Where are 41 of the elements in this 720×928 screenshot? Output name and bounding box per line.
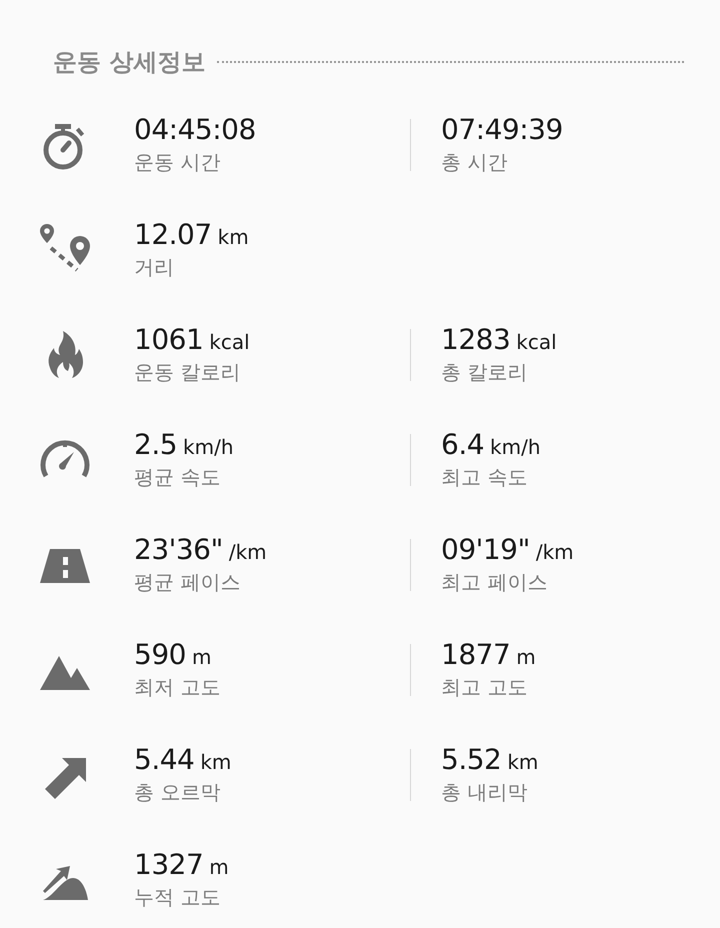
stat-value: 1283 (441, 322, 510, 356)
stat-label: 총 칼로리 (441, 358, 528, 386)
stat-label: 누적 고도 (134, 884, 222, 910)
stat-label: 총 내리막 (441, 778, 528, 806)
stat-label: 최고 고도 (441, 674, 528, 700)
stat-value: 07:49:39 (441, 112, 563, 146)
stat-unit: km (200, 748, 232, 776)
stat-label: 최저 고도 (134, 674, 222, 700)
stat-value: 12.07 (134, 218, 212, 252)
stat-value: 1061 (134, 322, 204, 356)
stat-value: 5.44 (134, 742, 194, 776)
stat-unit: km (507, 748, 538, 776)
stat-unit: /km (228, 538, 267, 566)
stat-label: 운동 시간 (134, 148, 222, 176)
stat-unit: kcal (209, 328, 250, 356)
stat-value: 1327 (134, 848, 204, 882)
stat-label: 운동 칼로리 (134, 358, 242, 386)
stat-unit: /km (536, 538, 574, 566)
stat-label: 거리 (134, 254, 175, 280)
section-title: 운동 상세정보 (53, 47, 206, 78)
stat-unit: km/h (490, 434, 541, 460)
stat-value: 04:45:08 (134, 112, 256, 146)
stat-value: 6.4 (441, 428, 484, 462)
stat-value: 09'19" (441, 532, 530, 566)
stat-unit: kcal (516, 328, 557, 356)
stat-label: 총 시간 (441, 148, 508, 176)
stat-label: 평균 속도 (134, 464, 222, 490)
stat-unit: km/h (183, 434, 234, 460)
stat-label: 평균 페이스 (134, 568, 242, 596)
stat-value: 1877 (441, 638, 510, 672)
stat-label: 최고 속도 (441, 464, 528, 490)
stat-label: 최고 페이스 (441, 568, 548, 596)
stat-value: 5.52 (441, 742, 502, 776)
stat-unit: m (209, 854, 229, 880)
stat-value: 2.5 (134, 428, 178, 462)
stat-unit: m (516, 644, 536, 670)
stat-value: 23'36" (134, 532, 223, 566)
stat-label: 총 오르막 (134, 778, 222, 806)
stat-unit: m (192, 644, 212, 670)
stat-unit: km (218, 224, 249, 250)
stat-value: 590 (134, 638, 186, 672)
